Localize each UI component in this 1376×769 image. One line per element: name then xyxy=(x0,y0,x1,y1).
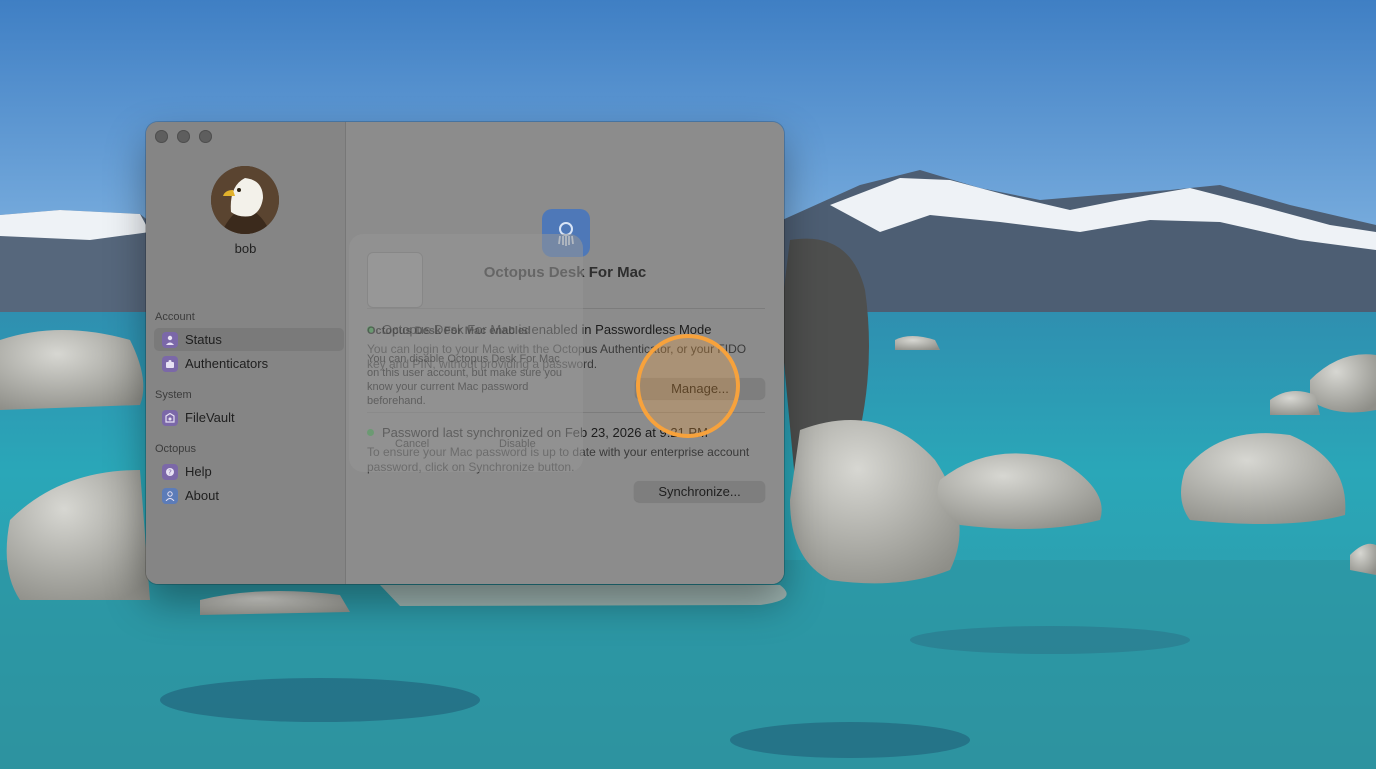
sidebar-item-label: Help xyxy=(185,464,212,479)
dialog-cancel-button[interactable]: Cancel xyxy=(395,438,429,450)
svg-text:?: ? xyxy=(168,468,172,476)
click-highlight xyxy=(636,334,740,438)
sidebar-item-authenticators[interactable]: Authenticators xyxy=(154,352,344,375)
dialog-disable-button[interactable]: Disable xyxy=(499,438,536,450)
sidebar-item-about[interactable]: About xyxy=(154,484,344,507)
person-icon xyxy=(162,331,178,348)
synchronize-button[interactable]: Synchronize... xyxy=(634,481,765,502)
sidebar-item-label: Status xyxy=(185,332,222,347)
sidebar-item-status[interactable]: Status xyxy=(154,328,344,351)
sidebar-item-filevault[interactable]: FileVault xyxy=(154,406,344,429)
username: bob xyxy=(234,241,257,256)
sidebar-item-help[interactable]: ? Help xyxy=(154,460,344,483)
section-header-system: System xyxy=(155,389,192,401)
sidebar-item-label: FileVault xyxy=(185,410,235,425)
puzzle-icon xyxy=(162,355,178,372)
avatar xyxy=(211,166,279,234)
question-icon: ? xyxy=(162,463,178,480)
window-controls xyxy=(155,130,212,143)
close-window-button[interactable] xyxy=(155,130,168,143)
sidebar: bob Account Status Authenticators System… xyxy=(146,122,346,584)
sidebar-item-label: Authenticators xyxy=(185,356,269,371)
disable-dialog-sheet: Octopus Desk For Mac enabled You can dis… xyxy=(349,234,583,472)
dialog-message: You can disable Octopus Desk For Mac on … xyxy=(367,353,563,407)
sidebar-item-label: About xyxy=(185,488,219,503)
eagle-avatar-image xyxy=(211,166,279,234)
person-icon xyxy=(162,487,178,504)
section-header-octopus: Octopus xyxy=(155,443,196,455)
section-header-account: Account xyxy=(155,311,195,323)
minimize-window-button[interactable] xyxy=(177,130,190,143)
dialog-title: Octopus Desk For Mac enabled xyxy=(367,325,531,337)
dialog-app-icon xyxy=(367,252,423,308)
vault-icon xyxy=(162,409,178,426)
zoom-window-button[interactable] xyxy=(199,130,212,143)
